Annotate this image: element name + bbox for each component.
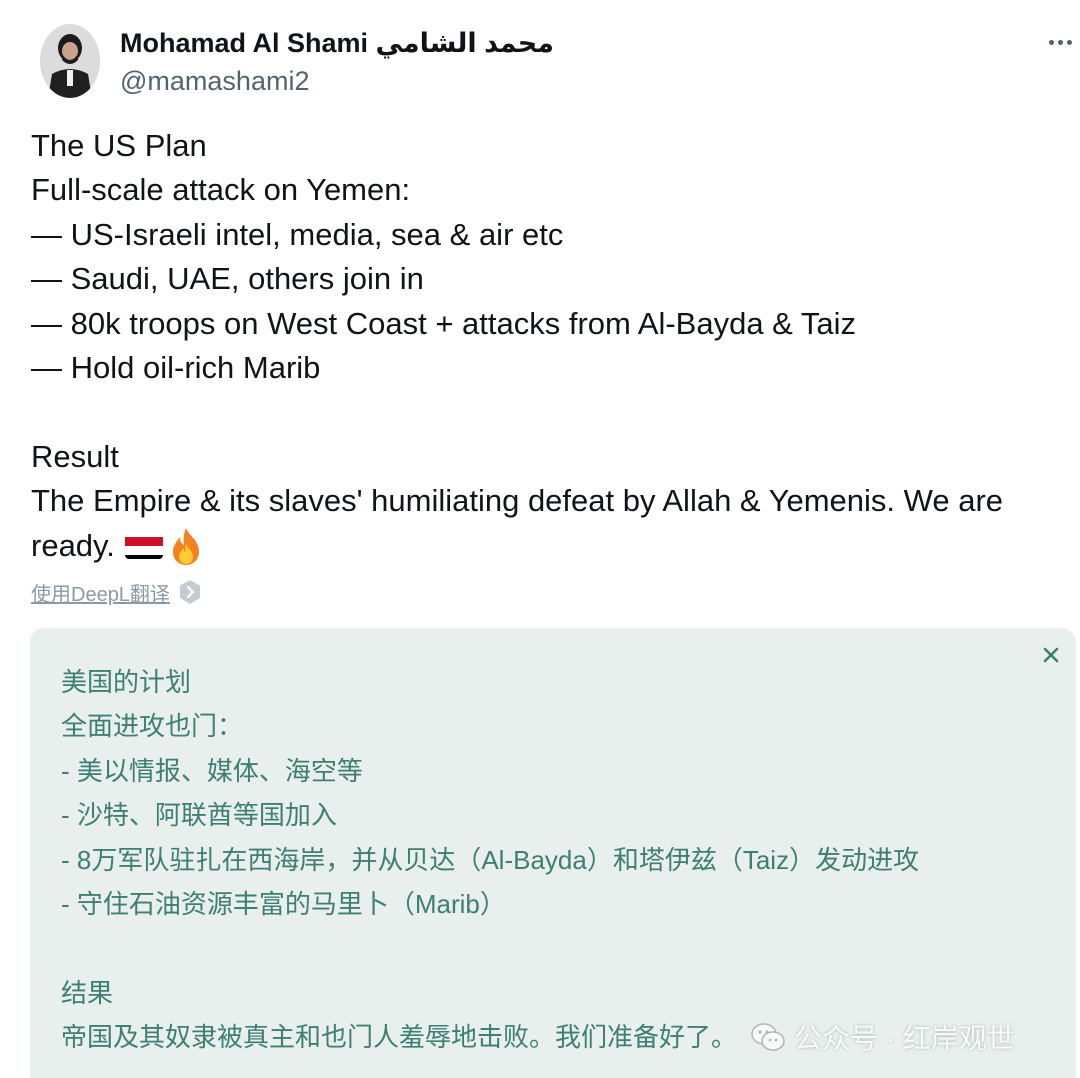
- author-display-name[interactable]: Mohamad Al Shami محمد الشامي: [120, 26, 554, 60]
- tweet-last-line: ready.: [31, 524, 1071, 568]
- deepl-icon[interactable]: [178, 579, 202, 605]
- fire-icon: [167, 526, 205, 566]
- tweet-line: — 80k troops on West Coast + attacks fro…: [31, 305, 857, 341]
- translation-text: 美国的计划 全面进攻也门： - 美以情报、媒体、海空等 - 沙特、阿联酋等国加入…: [61, 660, 1051, 1060]
- translation-line: 全面进攻也门：: [61, 711, 244, 742]
- translation-line: 结果: [61, 977, 114, 1008]
- tweet-line: [31, 390, 1071, 434]
- more-options-button[interactable]: [1040, 26, 1080, 58]
- tweet-line: Result: [31, 438, 119, 474]
- tweet-line: — US-Israeli intel, media, sea & air etc: [31, 216, 564, 252]
- translation-line: - 8万军队驻扎在西海岸，并从贝达（Al-Bayda）和塔伊兹（Taiz）发动进…: [61, 844, 920, 875]
- tweet-line: — Saudi, UAE, others join in: [31, 261, 424, 297]
- tweet-line: The Empire & its slaves' humiliating def…: [31, 483, 1004, 519]
- watermark-text: 公众号 · 红岸观世: [794, 1023, 1015, 1054]
- watermark: 公众号 · 红岸观世: [750, 1014, 1015, 1060]
- tweet-line: Full-scale attack on Yemen:: [31, 172, 411, 208]
- tweet-line: — Hold oil-rich Marib: [31, 350, 321, 386]
- translation-line: - 美以情报、媒体、海空等: [61, 755, 363, 786]
- yemen-flag-icon: [124, 532, 163, 560]
- author-handle[interactable]: @mamashami2: [120, 64, 309, 98]
- translation-line: - 沙特、阿联酋等国加入: [61, 800, 337, 831]
- translation-line: [61, 926, 1051, 970]
- avatar[interactable]: [40, 24, 100, 98]
- translation-line: - 守住石油资源丰富的马里卜（Marib）: [61, 889, 506, 920]
- tweet-text: The US Plan Full-scale attack on Yemen: …: [31, 124, 1071, 568]
- translate-with-deepl-link[interactable]: 使用DeepL翻译: [31, 578, 170, 607]
- tweet-line: ready.: [31, 527, 115, 563]
- wechat-icon: [750, 1021, 786, 1053]
- translation-line: 美国的计划: [61, 667, 192, 697]
- tweet-line: The US Plan: [31, 128, 207, 163]
- profile-photo: [40, 24, 100, 98]
- translate-row: 使用DeepL翻译: [31, 576, 202, 608]
- more-horizontal-icon: [1048, 39, 1054, 45]
